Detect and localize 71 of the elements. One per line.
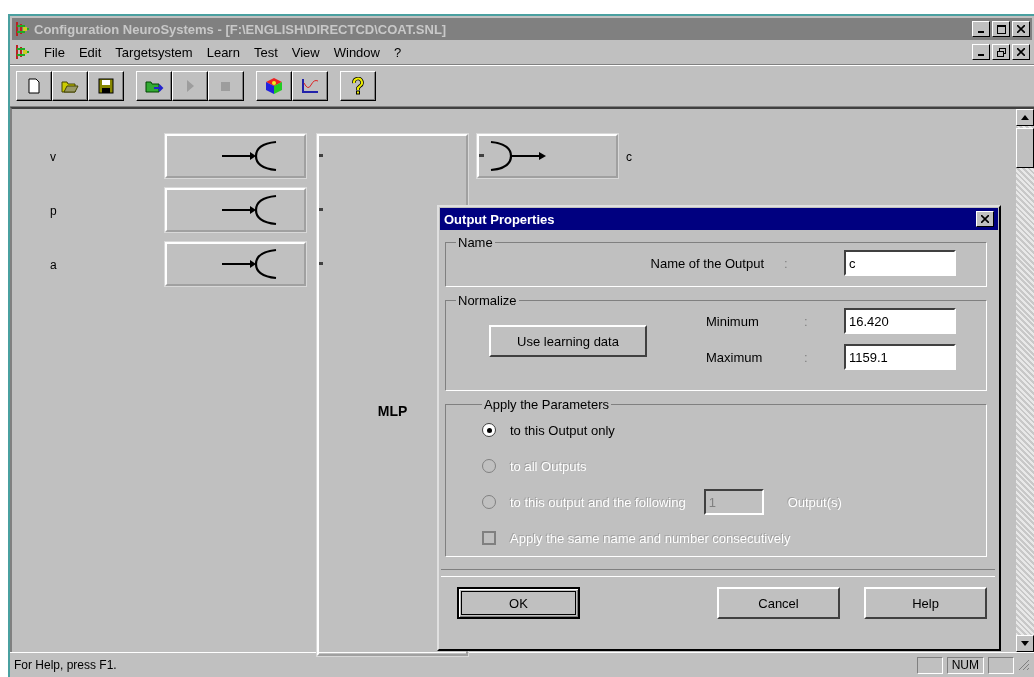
separator-colon: : — [804, 349, 809, 365]
scroll-down-button[interactable] — [1016, 635, 1034, 652]
separator-colon: : — [784, 255, 789, 271]
field-label: Name of the Output — [650, 255, 764, 271]
menu-item[interactable]: View — [291, 44, 320, 60]
menu-item[interactable]: Test — [253, 44, 278, 60]
scroll-up-button[interactable] — [1016, 109, 1034, 126]
dialog-button[interactable]: Help — [864, 587, 987, 619]
close-button[interactable] — [1012, 44, 1030, 60]
maximum-field[interactable]: 1159.1 — [844, 344, 956, 370]
restore-icon — [996, 47, 1006, 57]
toolbar-button[interactable] — [88, 71, 124, 101]
toolbar-button[interactable] — [52, 71, 88, 101]
close-icon — [1017, 25, 1025, 33]
maximize-icon — [996, 24, 1006, 34]
input-node[interactable] — [165, 188, 306, 232]
question-mark-icon — [349, 77, 367, 95]
scrollbar[interactable] — [1016, 109, 1034, 652]
menu-item[interactable]: ? — [393, 44, 402, 60]
input-label: a — [50, 258, 57, 272]
option-suffix: Output(s) — [787, 494, 842, 510]
option-label[interactable]: to this Output only — [510, 422, 615, 438]
network-label: MLP — [377, 403, 408, 419]
status-panel — [988, 656, 1014, 674]
maximize-button[interactable] — [992, 21, 1010, 37]
toolbar-button[interactable] — [256, 71, 292, 101]
input-label: v — [50, 150, 56, 164]
window-title: Configuration NeuroSystems - [F:\ENGLISH\DIRECTCD\COAT.SNL] — [34, 21, 447, 37]
name-field[interactable]: c — [844, 250, 956, 276]
close-button[interactable] — [1012, 21, 1030, 37]
field-label: Minimum — [706, 313, 760, 329]
minimize-button[interactable] — [972, 21, 990, 37]
up-arrow-icon — [1021, 115, 1029, 120]
down-arrow-icon — [1021, 641, 1029, 646]
group-title: Apply the Parameters — [483, 397, 610, 412]
document-icon[interactable] — [14, 44, 30, 60]
dialog-button[interactable]: Cancel — [717, 587, 840, 619]
radio-button[interactable] — [482, 423, 496, 437]
output-node[interactable] — [477, 134, 618, 178]
menu-item[interactable]: Targetsystem — [115, 44, 193, 60]
status-indicator: NUM — [946, 656, 984, 674]
cube-icon — [264, 77, 284, 95]
input-node[interactable] — [165, 134, 306, 178]
toolbar-button[interactable] — [16, 71, 52, 101]
input-node[interactable] — [165, 242, 306, 286]
status-panel — [916, 656, 943, 674]
page-icon — [25, 77, 43, 95]
app-icon — [14, 21, 30, 37]
scroll-thumb[interactable] — [1016, 128, 1034, 168]
menu-item[interactable]: Edit — [78, 44, 102, 60]
input-label: p — [50, 204, 57, 218]
close-icon — [1017, 48, 1025, 56]
output-label: c — [626, 150, 632, 164]
dialog-button[interactable]: OK — [457, 587, 580, 619]
chart-icon — [300, 77, 320, 95]
close-button[interactable] — [976, 211, 994, 227]
toolbar-button[interactable] — [340, 71, 376, 101]
menu-item[interactable]: Window — [333, 44, 380, 60]
restore-button[interactable] — [992, 44, 1010, 60]
separator-colon: : — [804, 313, 809, 329]
menu-item[interactable]: File — [44, 44, 65, 60]
menu-item[interactable]: Learn — [206, 44, 240, 60]
close-icon — [981, 215, 989, 223]
minimize-button[interactable] — [972, 44, 990, 60]
field-label: Maximum — [706, 349, 764, 365]
minimum-field[interactable]: 16.420 — [844, 308, 956, 334]
toolbar-button[interactable] — [292, 71, 328, 101]
resize-grip-icon — [1018, 659, 1030, 671]
use-learning-data-button[interactable]: Use learning data — [489, 325, 647, 357]
toolbar-button[interactable] — [136, 71, 172, 101]
status-text: For Help, press F1. — [14, 658, 118, 672]
